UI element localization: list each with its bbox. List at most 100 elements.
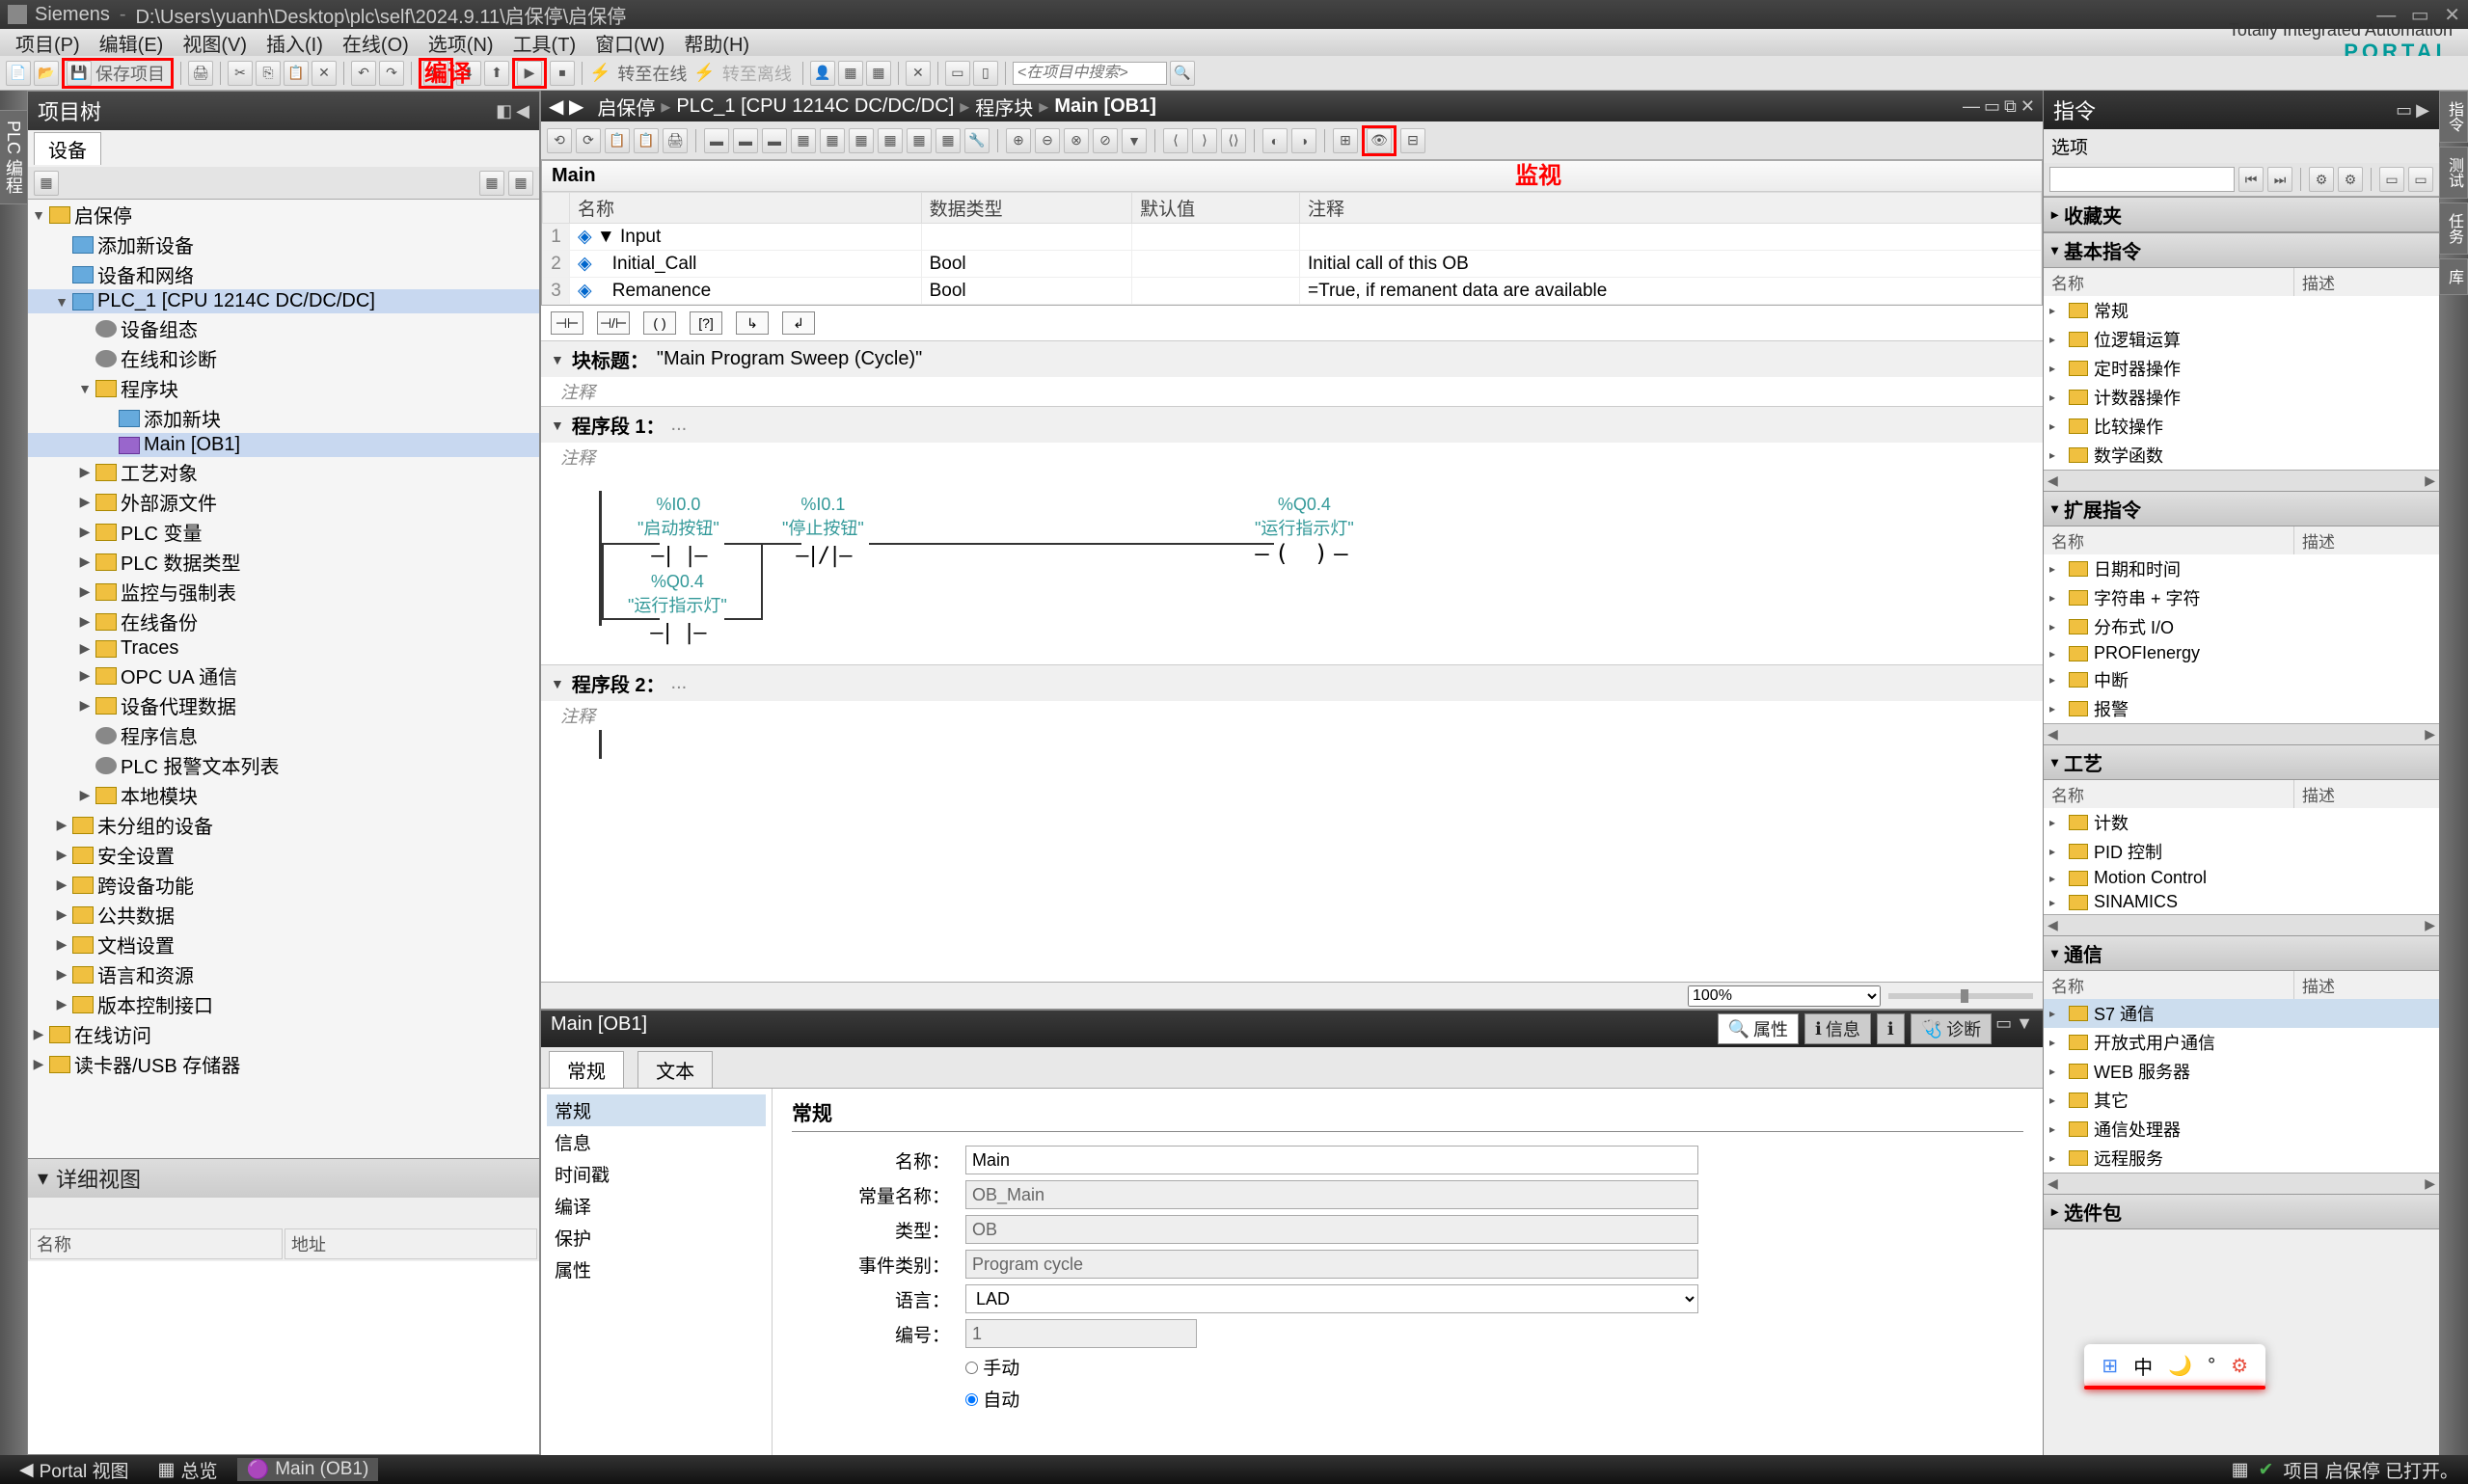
stop-button[interactable]: ⏹ xyxy=(550,61,575,86)
instr-category-header[interactable]: ▾工艺 xyxy=(2044,744,2439,780)
instr-item[interactable]: ▸计数器操作 xyxy=(2044,383,2439,412)
insp-nav-attr[interactable]: 属性 xyxy=(547,1254,766,1285)
instr-item[interactable]: ▸计数 xyxy=(2044,808,2439,837)
instr-category-header[interactable]: ▾基本指令 xyxy=(2044,232,2439,268)
instr-item[interactable]: ▸分布式 I/O xyxy=(2044,612,2439,641)
tree-tb-3[interactable]: ▦ xyxy=(508,171,533,196)
instr-search-btn1[interactable]: ⏮ xyxy=(2238,167,2264,192)
instr-item[interactable]: ▸PROFIenergy xyxy=(2044,641,2439,665)
instruction-search-input[interactable] xyxy=(2049,167,2235,192)
insp-tab-text[interactable]: 文本 xyxy=(637,1051,713,1088)
tb-icon-1[interactable]: 👤 xyxy=(810,61,835,86)
menu-insert[interactable]: 插入(I) xyxy=(257,29,333,57)
et-25[interactable]: ◑ xyxy=(1291,128,1316,153)
et-8[interactable]: ▬ xyxy=(762,128,787,153)
tree-pin-button[interactable]: ◀ xyxy=(516,101,529,121)
tree-tb-1[interactable]: ▦ xyxy=(34,171,59,196)
et-26[interactable]: ⊞ xyxy=(1333,128,1358,153)
instr-item[interactable]: ▸其它 xyxy=(2044,1086,2439,1115)
tree-item[interactable]: 程序信息 xyxy=(28,720,539,750)
tree-item[interactable]: ▶公共数据 xyxy=(28,900,539,930)
instr-item[interactable]: ▸WEB 服务器 xyxy=(2044,1057,2439,1086)
contact-start-button[interactable]: %I0.0 "启动按钮" —| |— xyxy=(637,495,719,568)
instr-item[interactable]: ▸报警 xyxy=(2044,694,2439,723)
delete-button[interactable]: ✕ xyxy=(312,61,337,86)
menu-view[interactable]: 视图(V) xyxy=(173,29,257,57)
cut-button[interactable]: ✂ xyxy=(228,61,253,86)
network-1-header[interactable]: ▼ 程序段 1： ... xyxy=(541,406,2043,443)
instr-item[interactable]: ▸日期和时间 xyxy=(2044,554,2439,583)
editor-max-button[interactable]: ▭ xyxy=(1984,96,2000,117)
tb-icon-4[interactable]: ✕ xyxy=(906,61,931,86)
et-1[interactable]: ⟲ xyxy=(547,128,572,153)
interface-table[interactable]: 名称数据类型默认值注释1◈ ▼ Input2◈ Initial_CallBool… xyxy=(542,192,2042,305)
tree-item[interactable]: PLC 报警文本列表 xyxy=(28,750,539,780)
zoom-slider[interactable] xyxy=(1888,993,2033,999)
fav-nc-contact[interactable]: ⊣/⊢ xyxy=(597,311,630,335)
tree-item[interactable]: Main [OB1] xyxy=(28,433,539,457)
et-7[interactable]: ▬ xyxy=(733,128,758,153)
instr-pin-btn[interactable]: ▶ xyxy=(2416,100,2429,121)
inspector-tab-info[interactable]: ℹ信息 xyxy=(1804,1013,1871,1044)
go-online-label[interactable]: 转至在线 xyxy=(613,61,691,86)
detail-view-header[interactable]: ▾详细视图 xyxy=(28,1159,539,1198)
devices-tab[interactable]: 设备 xyxy=(34,132,101,165)
ime-toolbar[interactable]: ⊞ 中 🌙 ° ⚙ xyxy=(2084,1344,2265,1388)
instr-opt-btn4[interactable]: ▭ xyxy=(2408,167,2433,192)
et-12[interactable]: ▦ xyxy=(878,128,903,153)
editor-close-button[interactable]: ✕ xyxy=(2021,96,2035,117)
et-15[interactable]: 🔧 xyxy=(964,128,990,153)
vtab-instructions[interactable]: 指令 xyxy=(2439,91,2468,143)
form-name-input[interactable] xyxy=(965,1146,1698,1174)
menu-online[interactable]: 在线(O) xyxy=(333,29,419,57)
instr-item[interactable]: ▸Motion Control xyxy=(2044,866,2439,890)
tree-item[interactable]: ▶在线备份 xyxy=(28,607,539,636)
tree-item[interactable]: 在线和诊断 xyxy=(28,343,539,373)
insp-nav-general[interactable]: 常规 xyxy=(547,1094,766,1126)
tree-item[interactable]: ▶Traces xyxy=(28,636,539,661)
form-lang-select[interactable]: LAD xyxy=(965,1284,1698,1313)
insp-tab-general[interactable]: 常规 xyxy=(549,1051,624,1088)
radio-auto[interactable] xyxy=(965,1393,978,1406)
et-20[interactable]: ▼ xyxy=(1122,128,1147,153)
tree-item[interactable]: 设备和网络 xyxy=(28,259,539,289)
contact-stop-button[interactable]: %I0.1 "停止按钮" —|/|— xyxy=(782,495,864,568)
copy-button[interactable]: ⎘ xyxy=(256,61,281,86)
et-21[interactable]: ⟨ xyxy=(1163,128,1188,153)
instr-item[interactable]: ▸远程服务 xyxy=(2044,1144,2439,1173)
tree-tb-2[interactable]: ▦ xyxy=(479,171,504,196)
fav-coil[interactable]: ( ) xyxy=(643,311,676,335)
vtab-test[interactable]: 测试 xyxy=(2439,147,2468,199)
ladder-editor[interactable]: ⊣⊢ ⊣/⊢ ( ) [?] ↳ ↲ ▼ 块标题： "Main Program … xyxy=(541,306,2043,982)
menu-edit[interactable]: 编辑(E) xyxy=(90,29,174,57)
editor-restore-button[interactable]: ⧉ xyxy=(2004,96,2017,117)
tree-item[interactable]: ▶PLC 数据类型 xyxy=(28,547,539,577)
instr-search-btn2[interactable]: ⏭ xyxy=(2267,167,2292,192)
interface-row[interactable]: 1◈ ▼ Input xyxy=(543,224,2042,251)
tree-item[interactable]: ▶读卡器/USB 存储器 xyxy=(28,1049,539,1079)
inspector-tab-diag[interactable]: 🩺诊断 xyxy=(1911,1013,1992,1044)
open-project-button[interactable]: 📂 xyxy=(34,61,59,86)
tb-icon-3[interactable]: ▦ xyxy=(866,61,891,86)
status-icon[interactable]: ▦ xyxy=(2232,1459,2249,1481)
interface-row[interactable]: 3◈ RemanenceBool=True, if remanent data … xyxy=(543,278,2042,305)
tree-item[interactable]: ▶语言和资源 xyxy=(28,959,539,989)
editor-min-button[interactable]: — xyxy=(1963,96,1980,117)
et-2[interactable]: ⟳ xyxy=(576,128,601,153)
crumb-3[interactable]: 程序块 xyxy=(969,93,1039,121)
et-18[interactable]: ⊗ xyxy=(1064,128,1089,153)
fav-branch-open[interactable]: ↳ xyxy=(736,311,769,335)
instr-category-header[interactable]: ▾扩展指令 xyxy=(2044,491,2439,526)
tree-item[interactable]: ▶设备代理数据 xyxy=(28,690,539,720)
et-5[interactable]: 🖨 xyxy=(663,128,688,153)
tree-item[interactable]: ▶在线访问 xyxy=(28,1019,539,1049)
new-project-button[interactable]: 📄 xyxy=(6,61,31,86)
tree-item[interactable]: ▶外部源文件 xyxy=(28,487,539,517)
et-22[interactable]: ⟩ xyxy=(1192,128,1217,153)
tree-collapse-button[interactable]: ◧ xyxy=(496,101,512,121)
insp-nav-compile[interactable]: 编译 xyxy=(547,1190,766,1222)
et-10[interactable]: ▦ xyxy=(820,128,845,153)
tb-icon-2[interactable]: ▦ xyxy=(838,61,863,86)
project-search-input[interactable] xyxy=(1013,62,1167,85)
network-2[interactable] xyxy=(541,730,2043,788)
